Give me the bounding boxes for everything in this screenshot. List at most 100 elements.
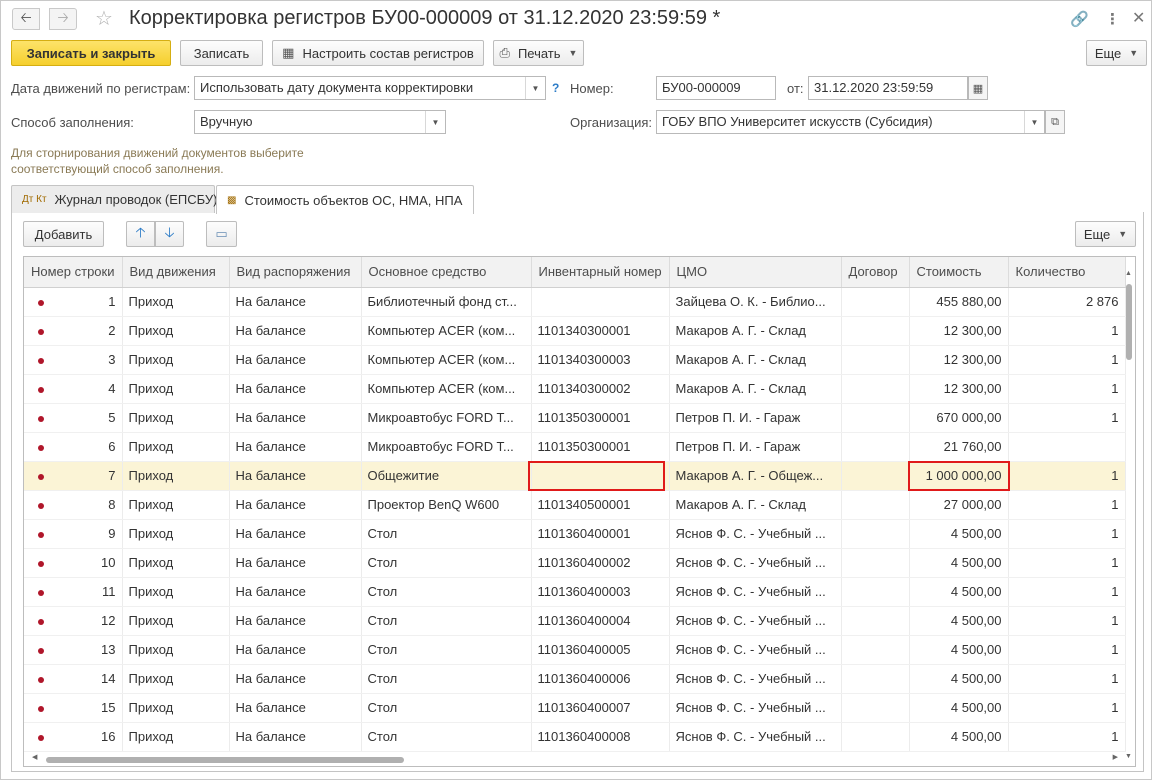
contract-cell[interactable]: [841, 403, 910, 433]
movement-type-cell[interactable]: Приход: [122, 345, 230, 375]
row-number[interactable]: 16: [24, 722, 123, 752]
save-button[interactable]: Записать: [180, 40, 263, 66]
cost-cell[interactable]: 12 300,00: [909, 345, 1009, 375]
movement-type-cell[interactable]: Приход: [122, 577, 230, 607]
table-row[interactable]: 1 Приход На балансе Библиотечный фонд ст...…: [24, 287, 1126, 317]
row-number[interactable]: 6: [24, 432, 123, 462]
disposition-cell[interactable]: На балансе: [229, 722, 362, 752]
chevron-down-icon[interactable]: ▼: [525, 77, 545, 99]
movement-type-cell[interactable]: Приход: [122, 722, 230, 752]
disposition-cell[interactable]: На балансе: [229, 345, 362, 375]
save-close-button[interactable]: Записать и закрыть: [11, 40, 171, 66]
disposition-cell[interactable]: На балансе: [229, 316, 362, 346]
scroll-up-icon[interactable]: ▲: [1125, 270, 1132, 277]
organization-select[interactable]: ГОБУ ВПО Университет искусств (Субсидия)…: [656, 110, 1045, 134]
table-row[interactable]: 4 Приход На балансе Компьютер ACER (ком... 1…: [24, 374, 1126, 404]
contract-cell[interactable]: [841, 432, 910, 462]
column-header[interactable]: Договор: [841, 257, 910, 288]
cost-cell[interactable]: 4 500,00: [909, 722, 1009, 752]
vertical-scrollbar[interactable]: ▲ ▼: [1125, 262, 1133, 760]
close-icon[interactable]: ✕: [1132, 8, 1145, 28]
table-more-button[interactable]: Еще ▼: [1075, 221, 1136, 247]
table-row[interactable]: 5 Приход На балансе Микроавтобус FORD T... 1…: [24, 403, 1126, 433]
asset-cell[interactable]: Микроавтобус FORD T...: [361, 403, 532, 433]
cmo-cell[interactable]: Макаров А. Г. - Общеж...: [669, 461, 842, 491]
contract-cell[interactable]: [841, 577, 910, 607]
disposition-cell[interactable]: На балансе: [229, 403, 362, 433]
contract-cell[interactable]: [841, 664, 910, 694]
asset-cell[interactable]: Стол: [361, 664, 532, 694]
inventory-number-cell[interactable]: 1101360400005: [531, 635, 670, 665]
row-number[interactable]: 8: [24, 490, 123, 520]
cost-cell[interactable]: 21 760,00: [909, 432, 1009, 462]
asset-cell[interactable]: Библиотечный фонд ст...: [361, 287, 532, 317]
tab-journal[interactable]: Дт Кт Журнал проводок (ЕПСБУ): [11, 185, 217, 213]
disposition-cell[interactable]: На балансе: [229, 374, 362, 404]
movement-type-cell[interactable]: Приход: [122, 606, 230, 636]
cmo-cell[interactable]: Петров П. И. - Гараж: [669, 403, 842, 433]
movement-type-cell[interactable]: Приход: [122, 519, 230, 549]
movement-type-cell[interactable]: Приход: [122, 635, 230, 665]
inventory-number-cell[interactable]: 1101350300001: [531, 403, 670, 433]
cost-cell[interactable]: 670 000,00: [909, 403, 1009, 433]
date-mode-select[interactable]: Использовать дату документа корректировк…: [194, 76, 546, 100]
contract-cell[interactable]: [841, 461, 910, 491]
cost-cell[interactable]: 4 500,00: [909, 519, 1009, 549]
contract-cell[interactable]: [841, 548, 910, 578]
table-row[interactable]: 12 Приход На балансе Стол 1101360400004 Яснов…: [24, 606, 1126, 636]
quantity-cell[interactable]: 1: [1008, 461, 1126, 491]
contract-cell[interactable]: [841, 722, 910, 752]
row-number[interactable]: 12: [24, 606, 123, 636]
asset-cell[interactable]: Компьютер ACER (ком...: [361, 374, 532, 404]
column-header[interactable]: Стоимость: [909, 257, 1009, 288]
column-header[interactable]: Количество: [1008, 257, 1126, 288]
quantity-cell[interactable]: 1: [1008, 577, 1126, 607]
cmo-cell[interactable]: Яснов Ф. С. - Учебный ...: [669, 664, 842, 694]
movement-type-cell[interactable]: Приход: [122, 461, 230, 491]
row-number[interactable]: 14: [24, 664, 123, 694]
column-header[interactable]: Инвентарный номер: [531, 257, 670, 288]
chevron-down-icon[interactable]: ▼: [425, 111, 445, 133]
fill-method-select[interactable]: Вручную ▼: [194, 110, 446, 134]
quantity-cell[interactable]: 1: [1008, 664, 1126, 694]
movement-type-cell[interactable]: Приход: [122, 490, 230, 520]
row-number[interactable]: 4: [24, 374, 123, 404]
disposition-cell[interactable]: На балансе: [229, 548, 362, 578]
cost-cell[interactable]: 4 500,00: [909, 664, 1009, 694]
scroll-down-icon[interactable]: ▼: [1125, 753, 1132, 760]
quantity-cell[interactable]: 1: [1008, 635, 1126, 665]
row-number[interactable]: 11: [24, 577, 123, 607]
link-icon[interactable]: 🔗: [1070, 10, 1089, 28]
cost-cell[interactable]: 4 500,00: [909, 693, 1009, 723]
contract-cell[interactable]: [841, 287, 910, 317]
inventory-number-cell[interactable]: 1101360400003: [531, 577, 670, 607]
cost-cell[interactable]: 4 500,00: [909, 635, 1009, 665]
cmo-cell[interactable]: Яснов Ф. С. - Учебный ...: [669, 548, 842, 578]
movement-type-cell[interactable]: Приход: [122, 403, 230, 433]
row-number[interactable]: 7: [24, 461, 123, 491]
asset-cell[interactable]: Компьютер ACER (ком...: [361, 345, 532, 375]
row-number[interactable]: 10: [24, 548, 123, 578]
contract-cell[interactable]: [841, 635, 910, 665]
forward-button[interactable]: 🡢: [49, 8, 77, 30]
cmo-cell[interactable]: Зайцева О. К. - Библио...: [669, 287, 842, 317]
cmo-cell[interactable]: Яснов Ф. С. - Учебный ...: [669, 606, 842, 636]
cmo-cell[interactable]: Яснов Ф. С. - Учебный ...: [669, 577, 842, 607]
table-row[interactable]: 15 Приход На балансе Стол 1101360400007 Яснов…: [24, 693, 1126, 723]
cmo-cell[interactable]: Макаров А. Г. - Склад: [669, 490, 842, 520]
asset-cell[interactable]: Компьютер ACER (ком...: [361, 316, 532, 346]
inventory-number-cell[interactable]: 1101360400008: [531, 722, 670, 752]
row-number[interactable]: 5: [24, 403, 123, 433]
quantity-cell[interactable]: 1: [1008, 490, 1126, 520]
quantity-cell[interactable]: [1008, 432, 1126, 462]
cost-cell[interactable]: 27 000,00: [909, 490, 1009, 520]
column-header[interactable]: Вид движения: [122, 257, 230, 288]
scroll-thumb[interactable]: [46, 757, 404, 763]
clear-button[interactable]: ▭: [206, 221, 237, 247]
asset-cell[interactable]: Стол: [361, 693, 532, 723]
row-number[interactable]: 3: [24, 345, 123, 375]
cmo-cell[interactable]: Яснов Ф. С. - Учебный ...: [669, 635, 842, 665]
inventory-number-cell[interactable]: 1101350300001: [531, 432, 670, 462]
table-row[interactable]: 16 Приход На балансе Стол 1101360400008 Яснов…: [24, 722, 1126, 752]
inventory-number-cell[interactable]: 1101360400007: [531, 693, 670, 723]
